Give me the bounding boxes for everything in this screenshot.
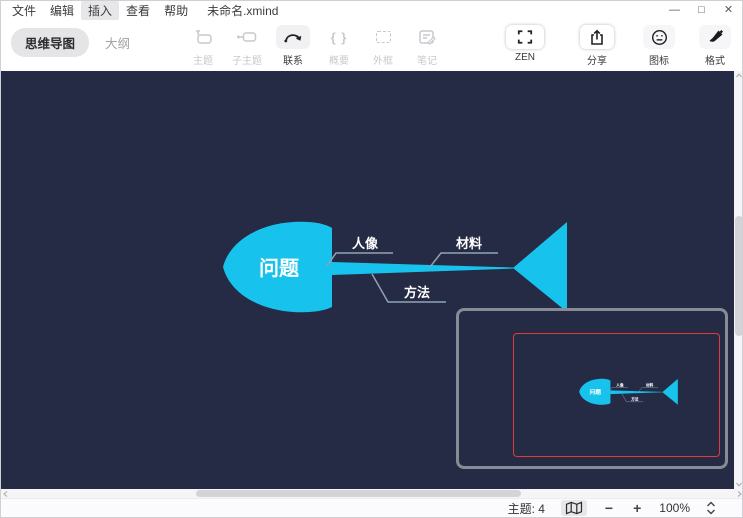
zen-button[interactable]: ZEN: [503, 25, 547, 63]
maximize-button[interactable]: □: [688, 1, 715, 20]
subtopic-icon: [233, 25, 261, 49]
topic-count: 主题: 4: [508, 500, 545, 517]
map-icon: [565, 501, 583, 515]
minimap-panel: [456, 308, 728, 469]
window-controls: — □ ✕: [661, 1, 742, 20]
branch-label-3[interactable]: 方法: [404, 285, 430, 300]
zoom-in-button[interactable]: +: [631, 500, 643, 516]
summary-label: 概要: [329, 52, 349, 67]
close-button[interactable]: ✕: [715, 1, 742, 20]
subtopic-button: 子主题: [225, 25, 269, 67]
menu-edit[interactable]: 编辑: [43, 1, 81, 20]
relationship-button[interactable]: 联系: [271, 25, 315, 67]
summary-icon: { }: [325, 25, 353, 49]
scroll-down-icon[interactable]: [736, 482, 742, 487]
horizontal-scroll-thumb[interactable]: [196, 490, 521, 497]
relationship-icon: [276, 25, 310, 49]
zen-icon: [506, 25, 544, 49]
branch-label-2[interactable]: 材料: [456, 236, 482, 251]
smiley-icon: [643, 25, 675, 49]
scroll-left-icon[interactable]: [3, 491, 8, 497]
fit-zoom-button[interactable]: [706, 501, 716, 515]
fishbone-tail[interactable]: [513, 222, 567, 312]
menu-insert[interactable]: 插入: [81, 1, 119, 20]
tab-mindmap[interactable]: 思维导图: [11, 28, 89, 57]
zen-label: ZEN: [515, 52, 535, 63]
zoom-level: 100%: [659, 501, 690, 515]
format-button[interactable]: 格式: [693, 25, 737, 67]
minimap-fishbone: [578, 378, 679, 405]
icons-label: 图标: [649, 52, 669, 67]
menu-view[interactable]: 查看: [119, 1, 157, 20]
xmind-window: 文件 编辑 插入 查看 帮助 未命名.xmind — □ ✕ 思维导图 大纲 主…: [0, 0, 743, 518]
paintbrush-icon: [699, 25, 731, 49]
share-label: 分享: [587, 52, 607, 67]
topic-icon: [189, 25, 217, 49]
mindmap-canvas[interactable]: 问题 人像 材料 方法: [1, 71, 734, 489]
branch-label-1[interactable]: 人像: [352, 236, 379, 251]
tab-outline[interactable]: 大纲: [101, 28, 134, 57]
menu-bar: 文件 编辑 插入 查看 帮助 未命名.xmind — □ ✕: [1, 1, 742, 20]
share-button[interactable]: 分享: [575, 25, 619, 67]
format-label: 格式: [705, 52, 725, 67]
document-title: 未命名.xmind: [201, 1, 284, 20]
menu-help[interactable]: 帮助: [157, 1, 195, 20]
icons-button[interactable]: 图标: [637, 25, 681, 67]
boundary-label: 外框: [373, 52, 393, 67]
chevron-up-down-icon: [706, 501, 716, 515]
zoom-out-button[interactable]: −: [603, 500, 615, 516]
status-bar: 主题: 4 − + 100%: [1, 498, 743, 518]
summary-button: { } 概要: [317, 25, 361, 67]
topic-label: 主题: [193, 52, 213, 67]
relationship-label: 联系: [283, 52, 303, 67]
notes-label: 笔记: [417, 52, 437, 67]
horizontal-scrollbar[interactable]: [1, 489, 743, 498]
minimap-toggle-button[interactable]: [561, 500, 587, 516]
scroll-right-icon[interactable]: [737, 491, 742, 497]
root-topic-label[interactable]: 问题: [259, 257, 300, 280]
vertical-scroll-thumb[interactable]: [735, 216, 743, 336]
boundary-icon: [369, 25, 397, 49]
subtopic-label: 子主题: [232, 52, 262, 67]
toolbar: 思维导图 大纲 主题 子主题: [1, 20, 742, 71]
view-tabs: 思维导图 大纲: [11, 28, 134, 57]
boundary-button: 外框: [361, 25, 405, 67]
fishbone-spine[interactable]: [332, 262, 515, 275]
share-icon: [580, 25, 614, 49]
vertical-scrollbar[interactable]: [734, 71, 743, 489]
minimize-button[interactable]: —: [661, 1, 688, 20]
scroll-up-icon[interactable]: [736, 73, 742, 78]
menu-file[interactable]: 文件: [5, 1, 43, 20]
notes-icon: [413, 25, 441, 49]
topic-button: 主题: [181, 25, 225, 67]
notes-button: 笔记: [405, 25, 449, 67]
